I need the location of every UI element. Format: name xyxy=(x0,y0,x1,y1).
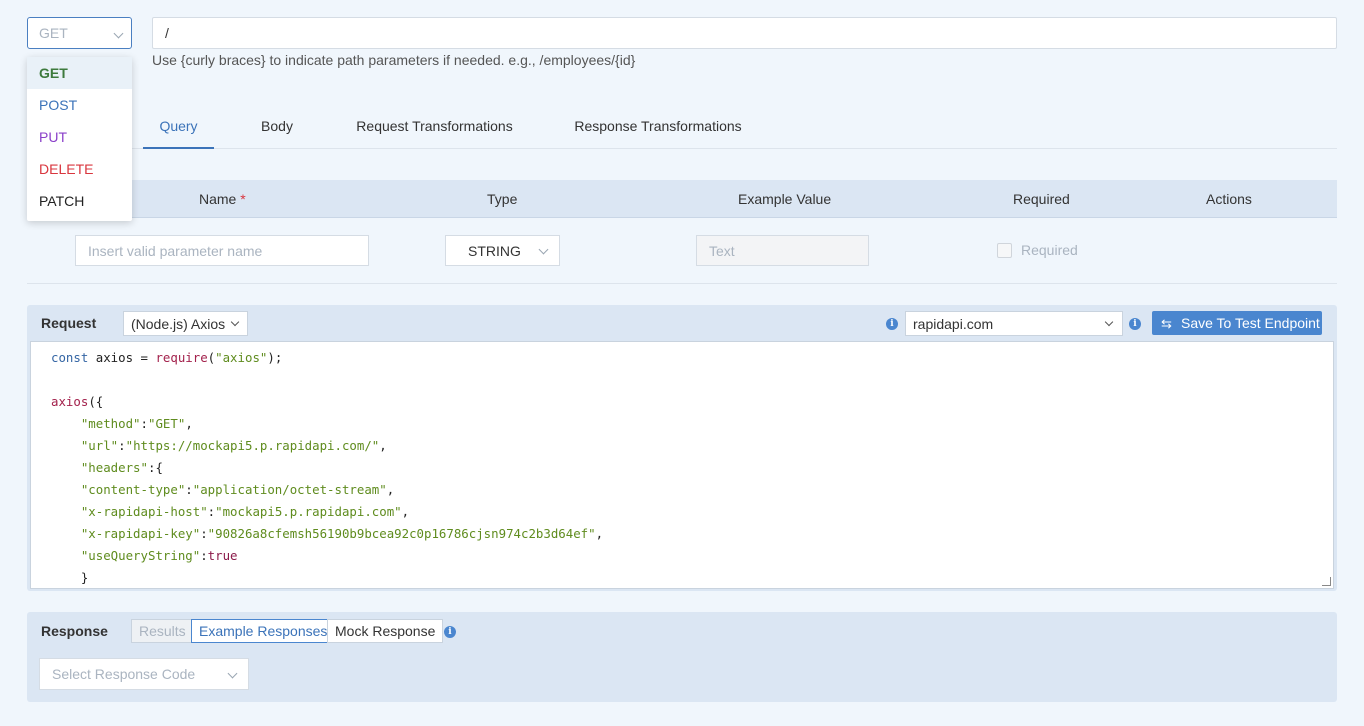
param-name-input[interactable]: Insert valid parameter name xyxy=(75,235,369,266)
column-name-label: Name xyxy=(199,191,237,207)
response-tab-example-responses[interactable]: Example Responses xyxy=(191,619,336,643)
language-select-value: (Node.js) Axios xyxy=(131,316,226,332)
code-line: } xyxy=(51,570,89,585)
method-select[interactable]: GET xyxy=(27,17,132,49)
swap-icon: ⇆ xyxy=(1161,316,1172,331)
path-input[interactable]: / xyxy=(152,17,1337,49)
method-option-delete[interactable]: DELETE xyxy=(27,153,132,185)
code-line: "x-rapidapi-key":"90826a8cfemsh56190b9bc… xyxy=(80,526,604,541)
param-example-placeholder: Text xyxy=(709,243,735,259)
code-line: axios({ xyxy=(51,394,104,409)
param-name-placeholder: Insert valid parameter name xyxy=(88,243,263,259)
request-label: Request xyxy=(41,315,97,331)
host-select-value: rapidapi.com xyxy=(913,316,994,332)
language-select[interactable]: (Node.js) Axios xyxy=(123,311,248,336)
method-dropdown-menu: GET POST PUT DELETE PATCH xyxy=(27,57,132,221)
param-required-checkbox[interactable] xyxy=(997,243,1012,258)
save-button-label: Save To Test Endpoint xyxy=(1181,315,1320,331)
resize-grip-icon[interactable] xyxy=(1322,577,1331,586)
response-code-placeholder: Select Response Code xyxy=(52,666,196,682)
chevron-down-icon xyxy=(230,317,240,327)
params-table-header: Name * Type Example Value Required Actio… xyxy=(27,180,1337,218)
code-snippet-editor[interactable]: const axios = require("axios"); axios({ … xyxy=(30,341,1334,589)
code-line: "useQueryString":true xyxy=(80,548,238,563)
params-table-row: Insert valid parameter name STRING Text … xyxy=(27,218,1337,284)
method-option-patch[interactable]: PATCH xyxy=(27,185,132,217)
code-line: "headers":{ xyxy=(80,460,163,475)
response-tab-results[interactable]: Results xyxy=(131,619,194,643)
code-line: const axios = require("axios"); xyxy=(51,350,283,365)
required-asterisk: * xyxy=(240,191,246,207)
method-option-post[interactable]: POST xyxy=(27,89,132,121)
info-icon[interactable]: i xyxy=(444,626,456,638)
response-code-select[interactable]: Select Response Code xyxy=(39,658,249,690)
path-hint: Use {curly braces} to indicate path para… xyxy=(152,52,636,68)
parameter-tabs: Query Body Request Transformations Respo… xyxy=(27,104,1337,149)
param-example-input[interactable]: Text xyxy=(696,235,869,266)
param-required-label: Required xyxy=(1021,242,1078,258)
code-line: "content-type":"application/octet-stream… xyxy=(80,482,395,497)
chevron-down-icon xyxy=(227,668,238,679)
save-to-test-endpoint-button[interactable]: ⇆ Save To Test Endpoint xyxy=(1152,311,1322,335)
code-line: "x-rapidapi-host":"mockapi5.p.rapidapi.c… xyxy=(80,504,410,519)
response-tab-mock-response[interactable]: Mock Response xyxy=(327,619,444,643)
chevron-down-icon xyxy=(113,28,124,39)
column-required-header: Required xyxy=(1013,191,1070,207)
column-actions-header: Actions xyxy=(1206,191,1252,207)
method-select-value: GET xyxy=(39,25,68,41)
code-line: "method":"GET", xyxy=(80,416,193,431)
response-label: Response xyxy=(41,623,108,639)
code-line: "url":"https://mockapi5.p.rapidapi.com/"… xyxy=(80,438,387,453)
tab-request-transformations[interactable]: Request Transformations xyxy=(348,104,521,149)
param-type-select[interactable]: STRING xyxy=(445,235,560,266)
column-name-header: Name * xyxy=(199,191,246,207)
method-option-get[interactable]: GET xyxy=(27,57,132,89)
param-type-value: STRING xyxy=(468,243,521,259)
tab-body[interactable]: Body xyxy=(249,104,305,149)
column-type-header: Type xyxy=(487,191,518,207)
tab-query[interactable]: Query xyxy=(143,104,214,149)
request-panel: Request (Node.js) Axios i rapidapi.com i… xyxy=(27,305,1337,591)
host-select[interactable]: rapidapi.com xyxy=(905,311,1123,336)
chevron-down-icon xyxy=(538,244,549,255)
path-input-value: / xyxy=(165,25,169,41)
info-icon[interactable]: i xyxy=(1129,318,1141,330)
tab-response-transformations[interactable]: Response Transformations xyxy=(566,104,750,149)
response-panel: Response Results Example Responses Mock … xyxy=(27,612,1337,702)
method-option-put[interactable]: PUT xyxy=(27,121,132,153)
column-example-header: Example Value xyxy=(738,191,832,207)
info-icon[interactable]: i xyxy=(886,318,898,330)
chevron-down-icon xyxy=(1104,317,1114,327)
